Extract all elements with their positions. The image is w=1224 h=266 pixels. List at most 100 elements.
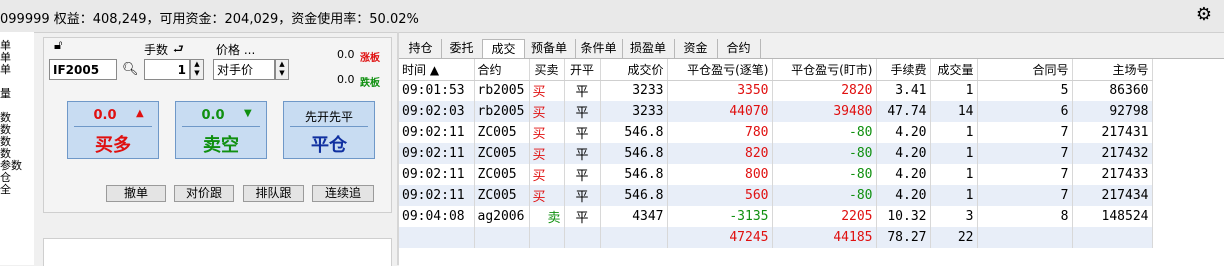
trade-row[interactable]: 09:02:03 rb2005 买平 3233 44070 39480 47.74 14 6 92… xyxy=(399,101,1153,122)
tab-prepared-orders[interactable]: 预备单 xyxy=(523,39,576,58)
col-contract-header[interactable]: 合约 xyxy=(474,59,530,81)
tab-orders[interactable]: 委托 xyxy=(441,39,483,58)
cancel-order-button[interactable]: 撤单 xyxy=(106,185,166,202)
col-fee-cell: 4.20 xyxy=(876,143,931,164)
grid-header-row: 时间 ▲ 合约 买卖 开平 成交价 平仓盈亏(逐笔) 平仓盈亏(盯市) 手续费 成交量 合同号 主场… xyxy=(399,59,1153,81)
tab-contracts[interactable]: 合约 xyxy=(717,39,761,58)
limit-down-value: 0.0 xyxy=(337,73,355,86)
col-fee-cell: 10.32 xyxy=(876,206,931,227)
trades-grid: 时间 ▲ 合约 买卖 开平 成交价 平仓盈亏(逐笔) 平仓盈亏(盯市) 手续费 成交量 合同号 主场… xyxy=(399,58,1224,266)
left-side-strip: 单单单量数数数数参数仓全 xyxy=(0,32,34,265)
buy-long-button[interactable]: 0.0 ▲ 买多 xyxy=(67,101,159,159)
col-time-cell: 09:01:53 xyxy=(399,80,475,101)
col-open-close-header[interactable]: 开平 xyxy=(564,59,601,81)
col-price-header[interactable]: 成交价 xyxy=(600,59,668,81)
col-pnl-trade-cell: 820 xyxy=(667,143,773,164)
order-entry-panel: 🔓︎ 手数 ⮐ 价格 ... IF2005 🔍︎ 1 ▲ ▼ 对手价 ▲ ▼ 0.0… xyxy=(43,37,392,213)
col-price-cell: 3233 xyxy=(600,80,668,101)
col-side-cell: 买 xyxy=(529,122,565,143)
reset-icon[interactable]: ⮐ xyxy=(173,40,184,61)
col-exchange-no-cell: 217433 xyxy=(1072,164,1153,185)
col-fee-cell: 4.20 xyxy=(876,122,931,143)
account-status-bar: 099999 权益：408,249，可用资金：204,029，资金使用率：50.… xyxy=(0,0,1224,33)
col-side-header[interactable]: 买卖 xyxy=(529,59,565,81)
qty-input[interactable]: 1 xyxy=(144,59,190,80)
col-order-no-header[interactable]: 合同号 xyxy=(977,59,1073,81)
col-fee-cell: 4.20 xyxy=(876,185,931,206)
col-pnl-mtm-cell: -80 xyxy=(772,143,877,164)
col-contract-cell: rb2005 xyxy=(474,101,530,122)
col-side-cell: 买 xyxy=(529,143,565,164)
total-empty-cell xyxy=(1072,227,1153,248)
col-open-close-cell: 平 xyxy=(564,80,601,101)
follow-counter-price-button[interactable]: 对价跟 xyxy=(174,185,234,202)
trade-row[interactable]: 09:02:11 ZC005 买平 546.8 780 -80 4.20 1 7 217431 xyxy=(399,122,1153,143)
col-exchange-no-header[interactable]: 主场号 xyxy=(1072,59,1153,81)
col-volume-cell: 1 xyxy=(930,143,978,164)
col-side-cell: 买 xyxy=(529,101,565,122)
col-exchange-no-cell: 217432 xyxy=(1072,143,1153,164)
gear-icon[interactable]: ⚙ xyxy=(1194,5,1214,25)
price-stepper[interactable]: ▲ ▼ xyxy=(275,59,289,80)
col-order-no-cell: 7 xyxy=(977,143,1073,164)
total-col-fee-cell: 78.27 xyxy=(876,227,931,248)
col-price-cell: 546.8 xyxy=(600,122,668,143)
search-icon[interactable]: 🔍︎ xyxy=(122,62,139,77)
col-pnl-mtm-cell: -80 xyxy=(772,122,877,143)
trade-row[interactable]: 09:02:11 ZC005 买平 546.8 800 -80 4.20 1 7 217433 xyxy=(399,164,1153,185)
tab-positions[interactable]: 持仓 xyxy=(400,39,442,58)
col-time-cell: 09:02:11 xyxy=(399,143,475,164)
col-price-cell: 4347 xyxy=(600,206,668,227)
left-strip-item[interactable]: 量 xyxy=(0,88,11,100)
col-fee-header[interactable]: 手续费 xyxy=(876,59,931,81)
close-position-button[interactable]: 先开先平 平仓 xyxy=(283,101,375,159)
col-side-cell: 买 xyxy=(529,80,565,101)
tab-funds[interactable]: 资金 xyxy=(674,39,718,58)
total-empty-cell xyxy=(529,227,565,248)
col-volume-cell: 1 xyxy=(930,122,978,143)
total-col-pnl-trade-cell: 47245 xyxy=(667,227,773,248)
close-mode-label: 先开先平 xyxy=(304,110,353,124)
left-strip-item[interactable]: 全 xyxy=(0,184,11,196)
tab-conditional-orders[interactable]: 条件单 xyxy=(575,39,623,58)
col-pnl-mtm-header[interactable]: 平仓盈亏(盯市) xyxy=(772,59,877,81)
contract-input[interactable]: IF2005 xyxy=(49,59,117,80)
trade-row[interactable]: 09:02:11 ZC005 买平 546.8 820 -80 4.20 1 7 217432 xyxy=(399,143,1153,164)
col-pnl-trade-header[interactable]: 平仓盈亏(逐笔) xyxy=(667,59,773,81)
total-empty-cell xyxy=(399,227,475,248)
continuous-chase-button[interactable]: 连续追 xyxy=(312,185,374,202)
limit-down-tag: 跌板 xyxy=(360,78,380,89)
col-contract-cell: ZC005 xyxy=(474,122,530,143)
col-fee-cell: 4.20 xyxy=(876,164,931,185)
follow-queue-price-button[interactable]: 排队跟 xyxy=(243,185,304,202)
col-price-cell: 3233 xyxy=(600,101,668,122)
sell-short-label: 卖空 xyxy=(203,135,239,156)
left-strip-item[interactable]: 单 xyxy=(0,64,11,76)
col-open-close-cell: 平 xyxy=(564,143,601,164)
limit-up-tag: 涨板 xyxy=(360,53,380,64)
trade-row[interactable]: 09:04:08 ag2006 卖平 4347 -3135 2205 10.32 3 8 1485… xyxy=(399,206,1153,227)
col-order-no-cell: 8 xyxy=(977,206,1073,227)
col-pnl-mtm-cell: -80 xyxy=(772,185,877,206)
col-contract-cell: ZC005 xyxy=(474,143,530,164)
trade-row[interactable]: 09:01:53 rb2005 买平 3233 3350 2820 3.41 1 5 86360 xyxy=(399,80,1153,101)
col-pnl-mtm-cell: -80 xyxy=(772,164,877,185)
col-contract-cell: ZC005 xyxy=(474,185,530,206)
col-open-close-cell: 平 xyxy=(564,206,601,227)
tab-trades[interactable]: 成交 xyxy=(482,39,525,59)
col-pnl-trade-cell: 560 xyxy=(667,185,773,206)
sell-short-button[interactable]: 0.0 ▼ 卖空 xyxy=(175,101,267,159)
price-input[interactable]: 对手价 xyxy=(213,59,275,80)
col-time-header[interactable]: 时间 ▲ xyxy=(399,59,475,81)
col-pnl-trade-cell: 44070 xyxy=(667,101,773,122)
qty-stepper[interactable]: ▲ ▼ xyxy=(190,59,204,80)
price-label[interactable]: 价格 ... xyxy=(216,41,255,58)
tab-stop-loss-orders[interactable]: 损盈单 xyxy=(622,39,675,58)
lock-icon[interactable]: 🔓︎ xyxy=(54,38,62,53)
total-empty-cell xyxy=(474,227,530,248)
trade-row[interactable]: 09:02:11 ZC005 买平 546.8 560 -80 4.20 1 7 217434 xyxy=(399,185,1153,206)
col-volume-header[interactable]: 成交量 xyxy=(930,59,978,81)
col-exchange-no-cell: 217431 xyxy=(1072,122,1153,143)
col-exchange-no-cell: 86360 xyxy=(1072,80,1153,101)
total-col-pnl-mtm-cell: 44185 xyxy=(772,227,877,248)
